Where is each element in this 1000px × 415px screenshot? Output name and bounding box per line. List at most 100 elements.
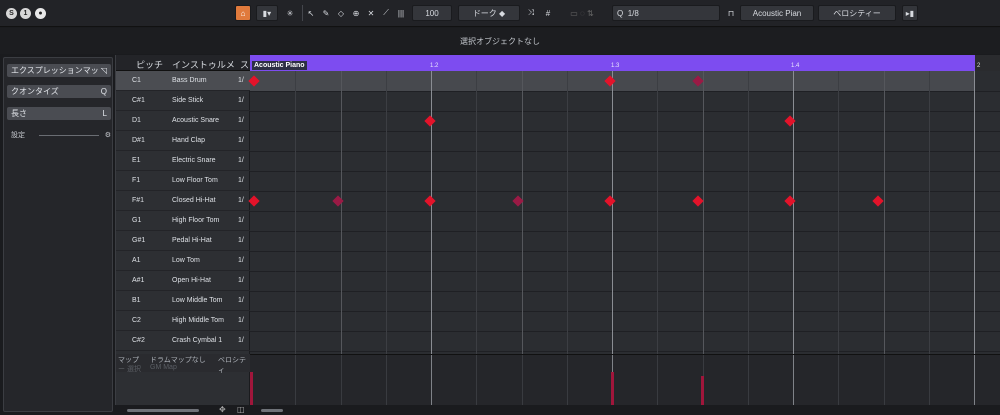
instrument-cell: Bass Drum [172, 77, 207, 84]
pitch-cell: B1 [132, 297, 141, 304]
gear-icon[interactable]: ⚙ [105, 131, 111, 139]
page-icon[interactable]: ◫ [237, 405, 245, 414]
drum-note[interactable] [692, 195, 704, 207]
drum-list-row[interactable]: C#1 Side Stick 1/ [116, 91, 250, 111]
drum-note[interactable] [604, 195, 616, 207]
timeline-ruler[interactable]: Acoustic Piano 1.2 1.3 1.4 [250, 55, 975, 71]
instrument-cell: Low Middle Tom [172, 297, 223, 304]
solo-icon[interactable]: S [6, 8, 17, 19]
drum-note[interactable] [872, 195, 884, 207]
mute-tool-icon[interactable]: ✕ [365, 5, 377, 21]
window-layout-icon[interactable]: ▸▮ [902, 5, 918, 21]
gm-map-value[interactable]: GM Map [150, 364, 177, 371]
drum-list-row[interactable]: G1 High Floor Tom 1/ [116, 211, 250, 231]
lane-select[interactable]: ベロシティー [818, 5, 896, 21]
drum-list-header: ピッチ インストゥルメ ス [116, 55, 250, 71]
listen-icon[interactable]: 1 [20, 8, 31, 19]
pitch-cell: E1 [132, 157, 141, 164]
instrument-cell: Acoustic Snare [172, 117, 220, 124]
settings-row: 設定 ⚙ [11, 130, 111, 140]
grid-scrollbar[interactable] [261, 409, 283, 412]
drum-list-row[interactable]: B1 Low Middle Tom 1/ [116, 291, 250, 311]
drum-list-row[interactable]: A1 Low Tom 1/ [116, 251, 250, 271]
ruler-tail: 2 [975, 55, 1000, 71]
drum-note[interactable] [424, 195, 436, 207]
drum-list-row[interactable]: E1 Electric Snare 1/ [116, 151, 250, 171]
expression-map-section[interactable]: エクスプレッションマッ ◹ [7, 64, 111, 77]
pitch-column-header[interactable]: ピッチ [136, 58, 163, 71]
zoom-tool-icon[interactable]: ⊕ [350, 5, 362, 21]
grid-line [567, 71, 568, 354]
drum-list-row[interactable]: F#1 Closed Hi-Hat 1/ [116, 191, 250, 211]
metronome-icon[interactable]: ⊓ [724, 5, 738, 21]
row-divider [250, 271, 1000, 272]
zoom-level-field[interactable]: 100 [412, 5, 452, 21]
drum-list-row[interactable]: G#1 Pedal Hi-Hat 1/ [116, 231, 250, 251]
instrument-select[interactable]: Acoustic Pian [740, 5, 814, 21]
drum-list-row[interactable]: C2 High Middle Tom 1/ [116, 311, 250, 331]
velocity-bar[interactable] [611, 372, 614, 408]
row-divider [250, 171, 1000, 172]
expression-map-icon: ◹ [100, 66, 107, 75]
length-section[interactable]: 長さ L [7, 107, 111, 120]
drum-mode-select[interactable]: ドーク ◆ [458, 5, 520, 21]
instrument-column-header[interactable]: インストゥルメ [172, 58, 235, 71]
trim-tool-icon[interactable]: ||| [394, 5, 408, 21]
grid-line [929, 71, 930, 354]
autoscroll-icon[interactable]: ✳ [282, 5, 298, 21]
drum-list-row[interactable]: D1 Acoustic Snare 1/ [116, 111, 250, 131]
pitch-cell: A1 [132, 257, 141, 264]
drum-list-row[interactable]: D#1 Hand Clap 1/ [116, 131, 250, 151]
velocity-bar[interactable] [701, 376, 704, 408]
drum-note[interactable] [248, 195, 260, 207]
grid-line [386, 71, 387, 354]
pitch-cell: D#1 [132, 137, 145, 144]
row-divider [250, 191, 1000, 192]
pitch-cell: C#1 [132, 97, 145, 104]
quantize-value: 1/8 [627, 8, 639, 18]
draw-tool-icon[interactable]: ✎ [320, 5, 332, 21]
note-grid[interactable]: Acoustic Piano 1.2 1.3 1.4 2 [248, 55, 1000, 413]
snap-icon[interactable]: ⤨ [524, 5, 538, 21]
zoom-value: 100 [425, 8, 439, 18]
expression-map-label: エクスプレッションマッ [11, 66, 99, 75]
quantize-cell: 1/ [238, 297, 244, 304]
quantize-cell: 1/ [238, 77, 244, 84]
line-tool-icon[interactable]: ⟋ [380, 5, 392, 21]
home-icon[interactable]: ⌂ [235, 5, 251, 21]
pitch-cell: F1 [132, 177, 141, 184]
row-divider [250, 251, 1000, 252]
quantize-cell: 1/ [238, 177, 244, 184]
drum-list-row[interactable]: C#2 Crash Cymbal 1 1/ [116, 331, 250, 351]
quantize-cell: 1/ [238, 337, 244, 344]
instrument-cell: Side Stick [172, 97, 204, 104]
pointer-tool-icon[interactable]: ↖ [305, 5, 317, 21]
drum-list-row[interactable]: A#1 Open Hi-Hat 1/ [116, 271, 250, 291]
quantize-cell: 1/ [238, 197, 244, 204]
drum-instrument-list: ピッチ インストゥルメ ス C1 Bass Drum 1/C#1 Side Stick… [115, 55, 250, 412]
grid-icon[interactable]: # [541, 5, 555, 21]
drum-note[interactable] [424, 115, 436, 127]
velocity-lane[interactable] [250, 354, 1000, 413]
quantize-cell: 1/ [238, 217, 244, 224]
grid-line [341, 71, 342, 354]
velocity-bar[interactable] [250, 372, 253, 408]
drum-mode-label: ドーク [472, 8, 497, 18]
grid-line [703, 71, 704, 354]
quantize-cell: 1/ [238, 237, 244, 244]
lane-label: ベロシティー [833, 8, 881, 18]
drum-list-row[interactable]: C1 Bass Drum 1/ [116, 71, 250, 91]
erase-tool-icon[interactable]: ◇ [335, 5, 347, 21]
insert-velocity-icon[interactable]: ▮▾ [256, 5, 278, 21]
list-scrollbar[interactable] [127, 409, 199, 412]
pitch-cell: C#2 [132, 337, 145, 344]
map-sub-label: ー 選択 [118, 366, 141, 373]
row-divider [250, 151, 1000, 152]
settings-slider[interactable] [39, 134, 99, 136]
record-icon[interactable]: ● [35, 8, 46, 19]
quantize-select[interactable]: Q 1/8 [612, 5, 720, 21]
drum-list-row[interactable]: F1 Low Floor Tom 1/ [116, 171, 250, 191]
zoom-icon[interactable]: ✥ [219, 405, 226, 414]
extra-column-header[interactable]: ス [240, 58, 249, 71]
quantize-section[interactable]: クオンタイズ Q [7, 85, 111, 98]
